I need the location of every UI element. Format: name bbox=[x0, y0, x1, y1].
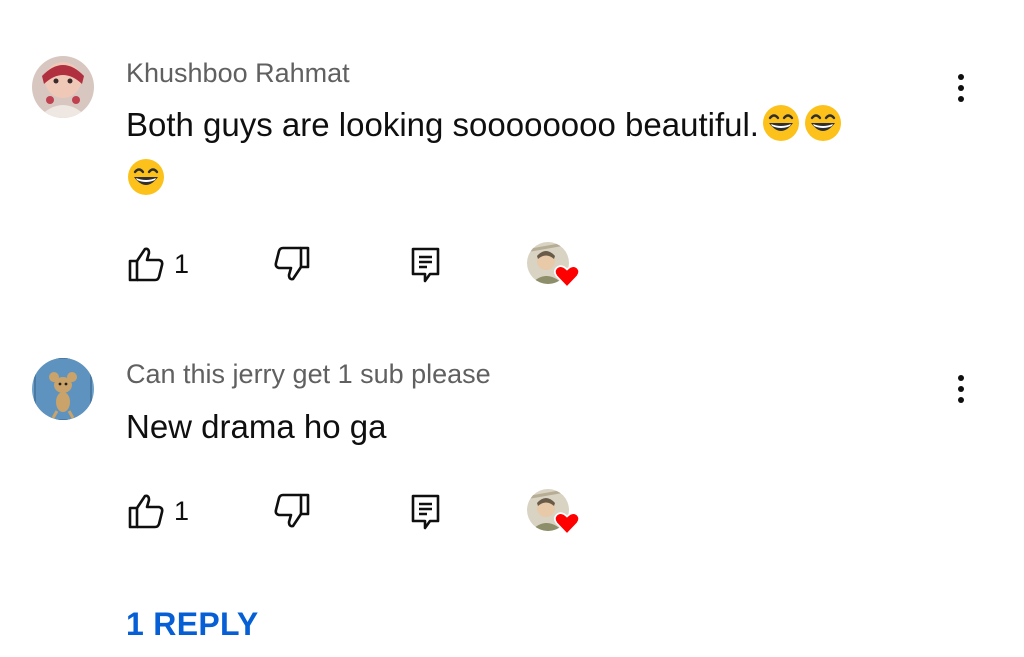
like-button[interactable]: 1 bbox=[126, 244, 189, 284]
comment-text: Both guys are looking soooooooo beautifu… bbox=[126, 106, 759, 143]
comment-icon bbox=[411, 494, 440, 530]
heart-icon bbox=[554, 265, 580, 288]
comment-author[interactable]: Khushboo Rahmat bbox=[126, 58, 350, 89]
view-replies-button[interactable]: 1 REPLY bbox=[126, 606, 259, 643]
comment-icon bbox=[411, 247, 440, 283]
thumbs-up-icon bbox=[128, 494, 164, 529]
smiling-face-with-open-mouth-icon bbox=[128, 159, 164, 195]
comment-author[interactable]: Can this jerry get 1 sub please bbox=[126, 359, 491, 390]
creator-heart-badge bbox=[527, 489, 583, 539]
smiling-face-with-open-mouth-icon bbox=[762, 105, 799, 141]
dislike-button[interactable] bbox=[272, 491, 312, 531]
reply-button[interactable] bbox=[406, 244, 446, 284]
comment-text-block: Both guys are looking soooooooo beautifu… bbox=[126, 98, 956, 206]
comments-section: Khushboo Rahmat Both guys are looking so… bbox=[0, 0, 1024, 657]
reply-button[interactable] bbox=[406, 491, 446, 531]
comment-text: New drama ho ga bbox=[126, 408, 387, 445]
avatar[interactable] bbox=[32, 358, 94, 420]
thumbs-up-icon bbox=[128, 247, 164, 282]
thumbs-down-icon bbox=[274, 246, 310, 281]
avatar[interactable] bbox=[32, 56, 94, 118]
dislike-button[interactable] bbox=[272, 244, 312, 284]
smiling-face-with-open-mouth-icon bbox=[804, 105, 841, 141]
thumbs-down-icon bbox=[274, 493, 310, 528]
comment-actions: 1 bbox=[0, 487, 1024, 537]
like-count: 1 bbox=[174, 248, 190, 279]
like-count: 1 bbox=[174, 495, 190, 526]
creator-heart-badge bbox=[527, 242, 583, 292]
comment-actions: 1 bbox=[0, 240, 1024, 290]
heart-icon bbox=[554, 512, 580, 535]
like-button[interactable]: 1 bbox=[126, 491, 189, 531]
